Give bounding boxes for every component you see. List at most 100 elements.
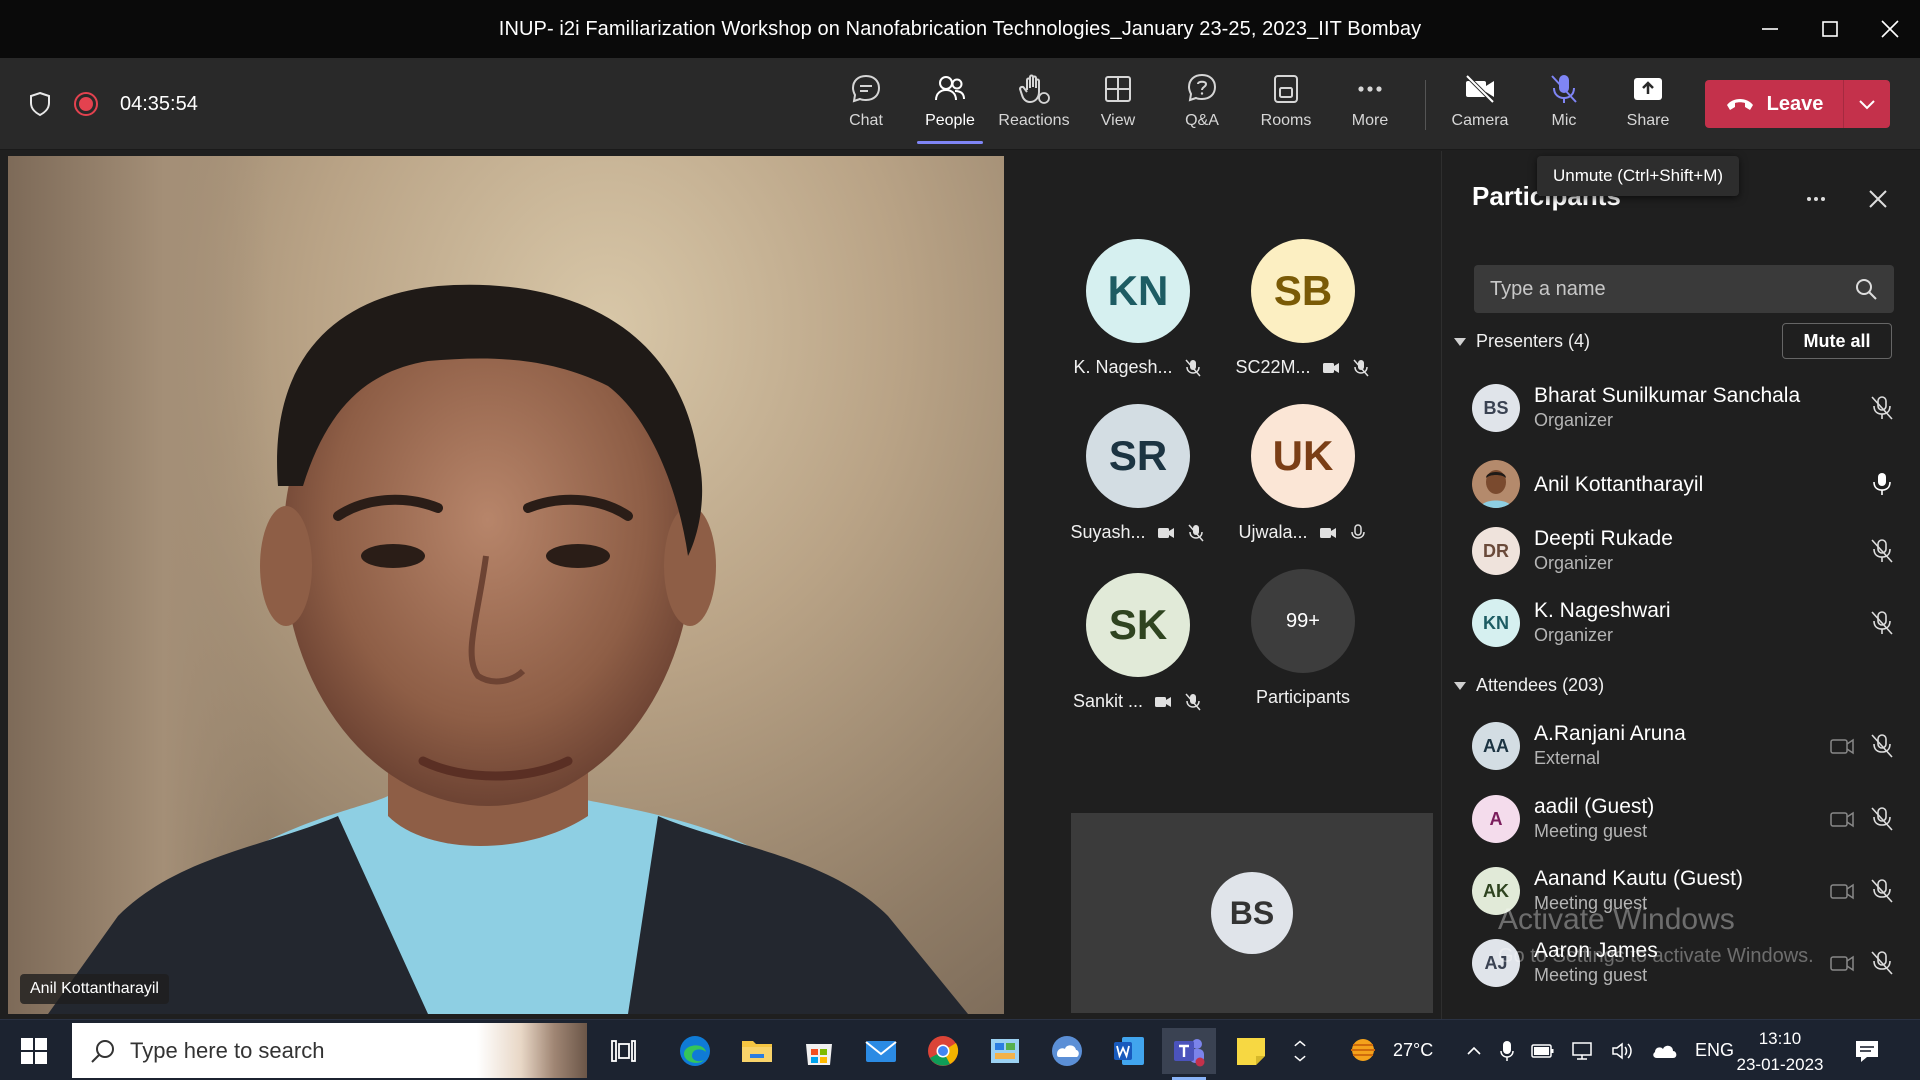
taskbar-store[interactable] bbox=[796, 1028, 842, 1074]
people-button[interactable]: People bbox=[909, 66, 991, 146]
battery-icon[interactable] bbox=[1531, 1042, 1555, 1060]
reactions-label: Reactions bbox=[998, 112, 1070, 129]
rooms-button[interactable]: Rooms bbox=[1245, 66, 1327, 146]
participant-row[interactable]: DR Deepti Rukade Organizer bbox=[1472, 519, 1902, 581]
overflow-label: Participants bbox=[1255, 687, 1351, 707]
panel-more-button[interactable] bbox=[1800, 183, 1832, 215]
taskbar-scroll[interactable] bbox=[1286, 1028, 1314, 1074]
taskbar-file-explorer[interactable] bbox=[734, 1028, 780, 1074]
title-bar: INUP- i2i Familiarization Workshop on Na… bbox=[0, 0, 1920, 58]
hang-up-icon bbox=[1726, 99, 1753, 110]
windows-logo-icon bbox=[21, 1038, 47, 1064]
camera-button[interactable]: Camera bbox=[1439, 66, 1521, 146]
leave-options-button[interactable] bbox=[1844, 80, 1890, 128]
panel-close-button[interactable] bbox=[1862, 183, 1894, 215]
avatar: DR bbox=[1472, 527, 1520, 575]
taskbar-clock[interactable]: 13:10 23-01-2023 bbox=[1730, 1026, 1830, 1078]
mic-off-icon bbox=[1868, 537, 1896, 565]
search-input[interactable] bbox=[1490, 277, 1820, 301]
mail-icon bbox=[865, 1041, 897, 1062]
participant-tile-sr[interactable]: SR Suyash... bbox=[1068, 404, 1208, 543]
participant-tile-sb[interactable]: SB SC22M... bbox=[1233, 239, 1373, 378]
participant-name: Anil Kottantharayil bbox=[1534, 473, 1704, 496]
main-speaker-video[interactable]: Anil Kottantharayil bbox=[8, 156, 1004, 1014]
taskbar-edge[interactable] bbox=[672, 1028, 718, 1074]
edge-icon bbox=[680, 1036, 710, 1066]
share-button[interactable]: Share bbox=[1607, 66, 1689, 146]
mic-off-icon bbox=[1351, 358, 1371, 378]
minimize-button[interactable] bbox=[1740, 0, 1800, 58]
hand-icon bbox=[1018, 74, 1050, 104]
search-highlight-image bbox=[477, 1023, 587, 1078]
participant-name: aadil (Guest) bbox=[1534, 795, 1655, 818]
participants-panel: Participants Presenters (4) Mute all BS … bbox=[1441, 151, 1920, 1019]
task-view-icon bbox=[611, 1040, 636, 1062]
attendees-section-toggle[interactable]: Attendees (203) bbox=[1454, 675, 1604, 696]
maximize-button[interactable] bbox=[1800, 0, 1860, 58]
language-indicator[interactable]: ENG bbox=[1695, 1040, 1734, 1061]
taskbar-chrome[interactable] bbox=[920, 1028, 966, 1074]
mic-button[interactable]: Mic bbox=[1523, 66, 1605, 146]
more-label: More bbox=[1351, 112, 1389, 129]
chat-button[interactable]: Chat bbox=[825, 66, 907, 146]
mic-off-icon bbox=[1868, 805, 1896, 833]
maximize-icon bbox=[1822, 21, 1838, 37]
task-view-button[interactable] bbox=[600, 1028, 646, 1074]
participant-row[interactable]: A aadil (Guest) Meeting guest bbox=[1472, 787, 1902, 849]
participant-tile-sk[interactable]: SK Sankit ... bbox=[1068, 573, 1208, 712]
participant-tile-kn[interactable]: KN K. Nagesh... bbox=[1068, 239, 1208, 378]
onedrive-icon[interactable] bbox=[1651, 1042, 1679, 1060]
participant-row[interactable]: Anil Kottantharayil bbox=[1472, 452, 1902, 514]
participant-row[interactable]: AA A.Ranjani Aruna External bbox=[1472, 714, 1902, 776]
participant-name: Deepti Rukade bbox=[1534, 527, 1673, 550]
toolbar-divider bbox=[1425, 80, 1426, 130]
notification-icon bbox=[1856, 1040, 1878, 1062]
participant-row[interactable]: KN K. Nageshwari Organizer bbox=[1472, 591, 1902, 653]
camera-off-icon bbox=[1828, 877, 1856, 905]
speaker-video-frame bbox=[48, 284, 968, 1014]
taskbar-webex[interactable] bbox=[1044, 1028, 1090, 1074]
presenters-section-toggle[interactable]: Presenters (4) bbox=[1454, 331, 1590, 352]
taskbar-mail[interactable] bbox=[858, 1028, 904, 1074]
taskbar-teams[interactable] bbox=[1162, 1028, 1216, 1080]
taskbar-word[interactable] bbox=[1106, 1028, 1152, 1074]
qa-label: Q&A bbox=[1185, 112, 1219, 129]
sticky-note-icon bbox=[1237, 1038, 1265, 1065]
weather-widget[interactable]: 27°C bbox=[1345, 1020, 1433, 1080]
taskbar-search[interactable]: Type here to search bbox=[72, 1023, 587, 1078]
word-icon bbox=[1114, 1037, 1144, 1065]
more-button[interactable]: More bbox=[1329, 66, 1411, 146]
view-button[interactable]: View bbox=[1077, 66, 1159, 146]
people-icon bbox=[935, 76, 965, 101]
participant-row[interactable]: BS Bharat Sunilkumar Sanchala Organizer bbox=[1472, 376, 1902, 438]
qa-button[interactable]: Q&A bbox=[1161, 66, 1243, 146]
meeting-timer: 04:35:54 bbox=[120, 92, 198, 115]
reactions-button[interactable]: Reactions bbox=[993, 66, 1075, 146]
participant-tile-uk[interactable]: UK Ujwala... bbox=[1233, 404, 1373, 543]
notifications-button[interactable] bbox=[1853, 1020, 1881, 1080]
more-icon bbox=[1807, 197, 1825, 201]
qa-icon bbox=[1187, 73, 1217, 102]
leave-button[interactable]: Leave bbox=[1705, 80, 1843, 128]
mute-all-button[interactable]: Mute all bbox=[1782, 323, 1892, 359]
system-tray: ENG bbox=[1465, 1020, 1734, 1080]
mic-tray-icon[interactable] bbox=[1499, 1040, 1515, 1062]
participant-name: K. Nageshwari bbox=[1534, 599, 1671, 622]
search-icon bbox=[1856, 279, 1877, 300]
chevron-up-icon[interactable] bbox=[1465, 1042, 1483, 1060]
avatar: SK bbox=[1086, 573, 1190, 677]
self-view-tile[interactable]: BS bbox=[1071, 813, 1433, 1013]
volume-icon[interactable] bbox=[1611, 1041, 1635, 1061]
more-participants-tile[interactable]: 99+ Participants bbox=[1233, 569, 1373, 708]
camera-off-icon bbox=[1153, 692, 1173, 712]
mic-off-icon bbox=[1868, 609, 1896, 637]
avatar: A bbox=[1472, 795, 1520, 843]
taskbar-control-panel[interactable] bbox=[982, 1028, 1028, 1074]
close-window-button[interactable] bbox=[1860, 0, 1920, 58]
taskbar-sticky-notes[interactable] bbox=[1228, 1028, 1274, 1074]
self-avatar: BS bbox=[1211, 872, 1293, 954]
caret-down-icon bbox=[1454, 337, 1466, 346]
network-icon[interactable] bbox=[1571, 1041, 1595, 1061]
participant-name: SC22M... bbox=[1235, 357, 1311, 377]
start-button[interactable] bbox=[20, 1037, 48, 1065]
